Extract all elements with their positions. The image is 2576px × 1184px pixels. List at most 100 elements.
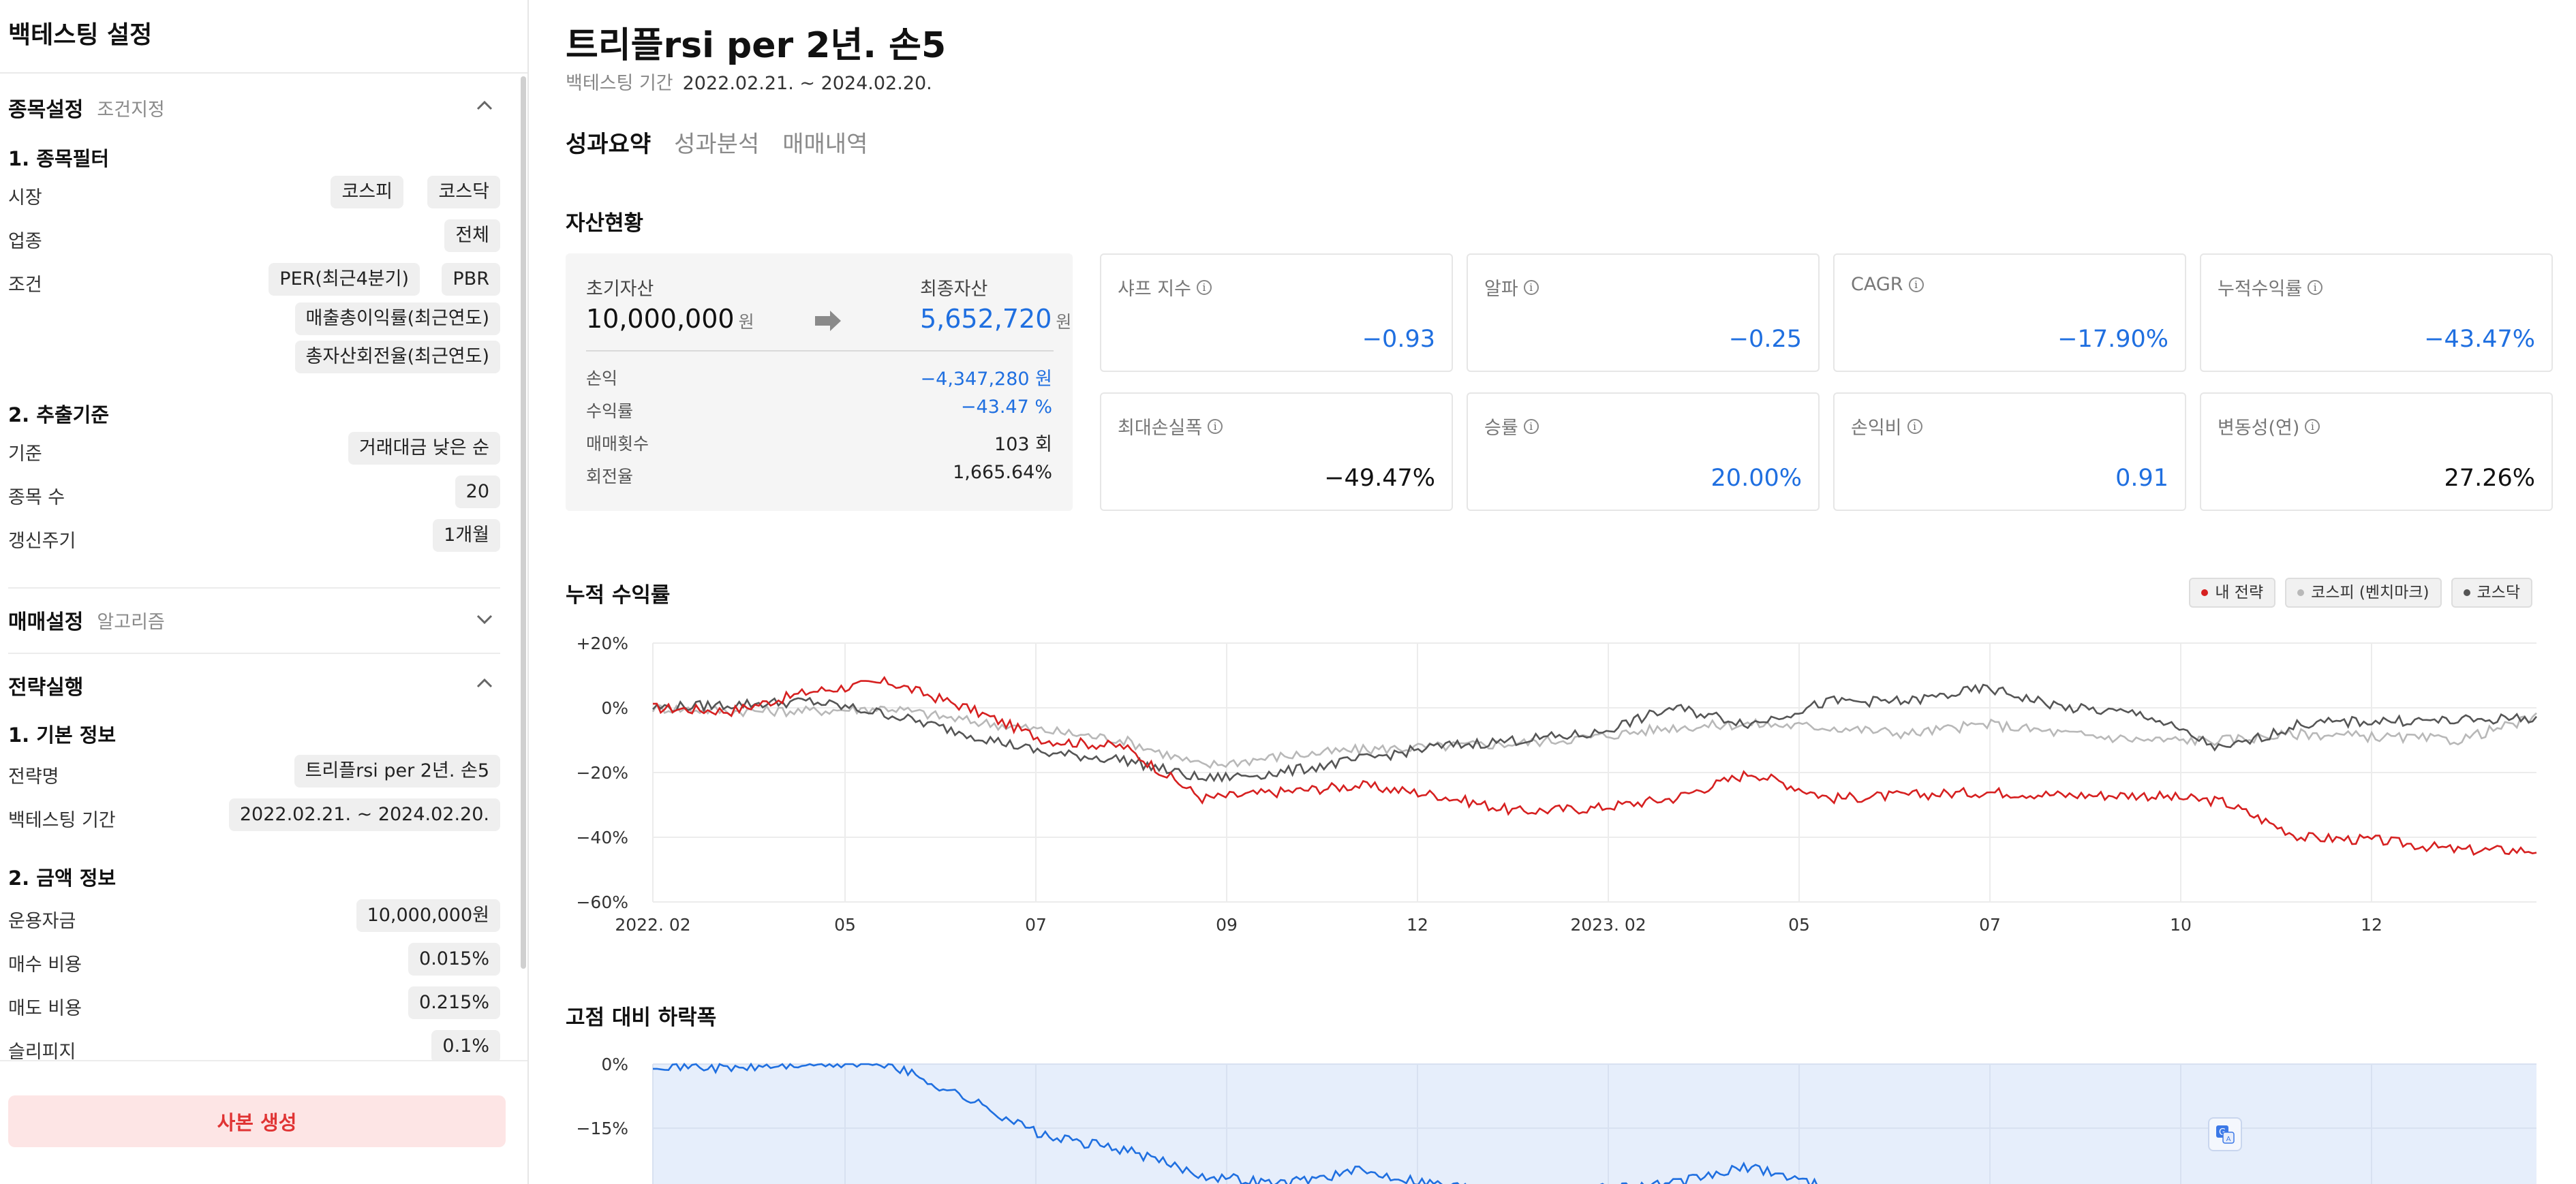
fund-chip: 10,000,000원: [356, 899, 500, 932]
y-tick-label: +20%: [576, 634, 628, 653]
x-tick-label: 10: [2170, 915, 2192, 935]
basis-label: 기준: [8, 443, 42, 465]
metric-label: 샤프 지수: [1118, 279, 1191, 300]
cycle-chip: 1개월: [433, 519, 500, 552]
metric-value: 0.91: [2115, 465, 2168, 492]
strategy-run-title: 전략실행: [8, 676, 84, 700]
final-asset-label: 최종자산: [920, 279, 988, 300]
backtest-period-label: 백테스팅 기간: [8, 810, 116, 831]
initial-asset-value: 10,000,000 원: [586, 304, 754, 334]
return-value: −43.47 %: [960, 396, 1052, 418]
metric-value: −49.47%: [1324, 465, 1435, 492]
industry-label: 업종: [8, 231, 42, 252]
legend-label: 코스닥: [2477, 584, 2520, 602]
initial-asset-label: 초기자산: [586, 279, 654, 300]
market-chip-kosdaq: 코스닥: [427, 176, 500, 208]
pnl-label: 손익: [586, 369, 618, 388]
x-tick-label: 07: [1979, 915, 2001, 935]
legend-dot: [2297, 589, 2305, 596]
sell-cost-label: 매도 비용: [8, 998, 82, 1019]
x-tick-label: 12: [1407, 915, 1428, 935]
metric-label: 변동성(연): [2218, 418, 2300, 439]
turnover-value: 1,665.64%: [953, 462, 1052, 483]
asset-summary: 초기자산 10,000,000 원 최종자산 5,652,720 원 손익 −4,3…: [566, 253, 1073, 511]
metric-card-cumulative-return: 누적수익률 i −43.47%: [2200, 253, 2553, 372]
legend-strategy[interactable]: 내 전략: [2189, 578, 2276, 608]
trade-settings-title: 매매설정: [8, 610, 84, 634]
info-icon[interactable]: i: [1523, 418, 1539, 434]
cycle-label: 갱신주기: [8, 531, 76, 552]
asset-section-title: 자산현황: [566, 211, 644, 236]
extract-title: 2. 추출기준: [8, 403, 110, 426]
condition-label: 조건: [8, 275, 42, 296]
chart-legend: 내 전략 코스피 (벤치마크) 코스닥: [2189, 578, 2532, 608]
final-asset-value: 5,652,720 원: [920, 304, 1072, 334]
metric-value: −0.25: [1728, 326, 1802, 353]
trade-settings-header[interactable]: 매매설정 알고리즘: [8, 605, 165, 635]
cumulative-return-chart: +20% 0% −20% −40% −60% 2022. 02 05 07 09 12 2023. …: [576, 634, 2538, 935]
metric-value: −17.90%: [2057, 326, 2168, 353]
tab-summary[interactable]: 성과요약: [566, 125, 651, 159]
metric-value: −0.93: [1362, 326, 1435, 353]
chevron-up-icon[interactable]: [473, 94, 496, 117]
sidebar-title: 백테스팅 설정: [8, 21, 153, 49]
sidebar-scrollbar[interactable]: [521, 76, 526, 969]
x-tick-label: 12: [2361, 915, 2382, 935]
condition-chip-pbr: PBR: [442, 263, 500, 296]
metric-card-win-rate: 승률 i 20.00%: [1467, 392, 1820, 511]
metric-card-max-drawdown: 최대손실폭 i −49.47%: [1100, 392, 1453, 511]
chevron-down-icon[interactable]: [473, 608, 496, 631]
result-tabs: 성과요약 성과분석 매매내역: [566, 125, 868, 159]
info-icon[interactable]: i: [1523, 279, 1539, 295]
trade-count-label: 매매횟수: [586, 434, 649, 454]
info-icon[interactable]: i: [1196, 279, 1212, 295]
turnover-label: 회전율: [586, 467, 634, 486]
legend-kospi[interactable]: 코스피 (벤치마크): [2285, 578, 2442, 608]
basic-info-title: 1. 기본 정보: [8, 723, 117, 747]
divider: [8, 653, 500, 654]
tab-trades[interactable]: 매매내역: [782, 125, 868, 159]
sidebar-footer: 사본 생성: [0, 1060, 527, 1184]
drawdown-title: 고점 대비 하락폭: [566, 1006, 717, 1030]
metric-value: −43.47%: [2424, 326, 2535, 353]
info-icon[interactable]: i: [2307, 279, 2323, 295]
chevron-up-icon[interactable]: [473, 672, 496, 695]
condition-chip-per: PER(최근4분기): [269, 263, 420, 296]
arrow-right-icon: [814, 309, 842, 335]
tab-analysis[interactable]: 성과분석: [674, 125, 759, 159]
buy-cost-label: 매수 비용: [8, 954, 82, 976]
x-tick-label: 2022. 02: [615, 915, 690, 935]
stock-settings-header[interactable]: 종목설정 조건지정: [8, 93, 165, 123]
legend-dot: [2463, 589, 2470, 596]
basis-chip: 거래대금 낮은 순: [348, 432, 500, 465]
metric-card-profit-loss-ratio: 손익비 i 0.91: [1833, 392, 2186, 511]
metric-label: 알파: [1484, 279, 1518, 300]
legend-kosdaq[interactable]: 코스닥: [2451, 578, 2532, 608]
main-content: 트리플rsi per 2년. 손5 백테스팅 기간 2022.02.21. ~ 2…: [530, 0, 2576, 1184]
strategy-name-label: 전략명: [8, 766, 59, 788]
count-chip: 20: [455, 476, 500, 508]
create-copy-button[interactable]: 사본 생성: [8, 1095, 506, 1147]
info-icon[interactable]: i: [1908, 277, 1924, 292]
metric-card-volatility: 변동성(연) i 27.26%: [2200, 392, 2553, 511]
metric-value: 27.26%: [2444, 465, 2535, 492]
x-tick-label: 09: [1216, 915, 1238, 935]
sidebar-scroll-area: 종목설정 조건지정 1. 종목필터 시장 코스피 코스닥 업종 전체 조건 PE…: [0, 74, 527, 1060]
strategy-run-header[interactable]: 전략실행: [8, 670, 83, 700]
legend-label: 코스피 (벤치마크): [2311, 584, 2429, 602]
metric-card-alpha: 알파 i −0.25: [1467, 253, 1820, 372]
drawdown-area: [653, 1064, 2536, 1184]
trade-settings-subtitle: 알고리즘: [97, 611, 165, 633]
buy-cost-chip: 0.015%: [408, 943, 500, 976]
cumulative-return-title: 누적 수익률: [566, 583, 671, 608]
y-tick-label: −60%: [576, 892, 628, 912]
stock-settings-subtitle: 조건지정: [97, 99, 165, 121]
backtest-period: 백테스팅 기간 2022.02.21. ~ 2024.02.20.: [566, 68, 932, 95]
page-title: 트리플rsi per 2년. 손5: [566, 25, 947, 66]
stock-settings-title: 종목설정: [8, 98, 84, 122]
info-icon[interactable]: i: [1907, 418, 1922, 434]
translate-icon[interactable]: GA: [2208, 1117, 2242, 1151]
amount-info-title: 2. 금액 정보: [8, 867, 117, 890]
info-icon[interactable]: i: [2305, 418, 2320, 434]
info-icon[interactable]: i: [1208, 418, 1223, 434]
